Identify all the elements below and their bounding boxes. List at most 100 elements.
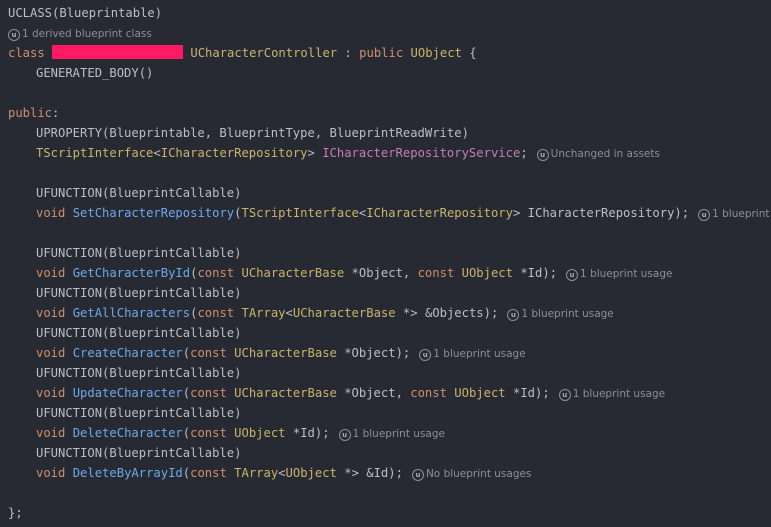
code-line-ufunction-delete-array[interactable]: UFUNCTION(BlueprintCallable)	[36, 443, 241, 463]
punct: >	[512, 206, 521, 220]
param: *Object	[336, 346, 396, 360]
param: *Id	[505, 386, 536, 400]
punct: :	[52, 106, 60, 120]
type-token: UObject	[234, 426, 286, 440]
code-line-generated-body[interactable]: GENERATED_BODY()	[36, 63, 153, 83]
ufunction-macro: UFUNCTION(BlueprintCallable)	[36, 366, 242, 380]
unreal-engine-icon: u	[698, 209, 711, 221]
unreal-engine-icon: u	[566, 269, 579, 281]
code-line-public[interactable]: public:	[8, 103, 59, 123]
keyword-const: const	[197, 266, 235, 280]
unreal-engine-icon: u	[338, 429, 351, 441]
class-name: UCharacterController	[190, 46, 338, 60]
closing-brace: };	[8, 506, 23, 520]
punct: <	[153, 146, 161, 160]
code-line-ufunction-set[interactable]: UFUNCTION(BlueprintCallable)	[36, 183, 241, 203]
keyword-void: void	[36, 266, 66, 280]
type-token: ICharacterRepository	[160, 146, 308, 160]
keyword-const: const	[190, 386, 227, 400]
code-line-ufunction-get-by-id[interactable]: UFUNCTION(BlueprintCallable)	[36, 243, 241, 263]
type-token: UCharacterBase	[234, 346, 337, 360]
punct: ;	[322, 426, 330, 440]
code-line-delete[interactable]: void DeleteCharacter(const UObject *Id);…	[36, 423, 445, 443]
type-token: UObject	[454, 386, 506, 400]
code-line-get-all[interactable]: void GetAllCharacters(const TArray<UChar…	[36, 303, 614, 323]
param: *Id	[285, 426, 315, 440]
punct: <	[278, 466, 286, 480]
code-line-ufunction-delete[interactable]: UFUNCTION(BlueprintCallable)	[36, 403, 241, 423]
field-name: ICharacterRepositoryService	[322, 146, 521, 160]
code-line-update[interactable]: void UpdateCharacter(const UCharacterBas…	[36, 383, 665, 403]
ufunction-macro: UFUNCTION(BlueprintCallable)	[36, 446, 242, 460]
keyword-void: void	[36, 346, 66, 360]
ufunction-macro: UFUNCTION(BlueprintCallable)	[36, 406, 242, 420]
code-line-ufunction-get-all[interactable]: UFUNCTION(BlueprintCallable)	[36, 283, 241, 303]
punct: ;	[542, 386, 550, 400]
usage-hint[interactable]: 1 blueprint usage	[580, 268, 672, 280]
inlay-hint-derived[interactable]: u1 derived blueprint class	[8, 26, 152, 41]
derived-class-hint[interactable]: 1 derived blueprint class	[22, 28, 152, 40]
code-line-ufunction-update[interactable]: UFUNCTION(BlueprintCallable)	[36, 363, 241, 383]
usage-hint[interactable]: No blueprint usages	[426, 468, 531, 480]
unreal-engine-icon: u	[419, 349, 432, 361]
property-hint[interactable]: Unchanged in assets	[551, 148, 660, 160]
function-name: DeleteByArrayId	[72, 466, 183, 480]
param: *Object,	[336, 386, 411, 400]
punct: *>	[395, 306, 418, 320]
code-line-class-decl[interactable]: class UCharacterController : public UObj…	[8, 43, 477, 63]
ufunction-macro: UFUNCTION(BlueprintCallable)	[36, 246, 242, 260]
param: *Id	[513, 266, 543, 280]
function-name: CreateCharacter	[72, 346, 183, 360]
code-line-close[interactable]: };	[8, 503, 23, 523]
keyword-const: const	[417, 266, 455, 280]
macro-args: (Blueprintable)	[52, 6, 163, 20]
punct: ;	[520, 146, 528, 160]
code-line-uclass[interactable]: UCLASS(Blueprintable)	[8, 3, 162, 23]
usage-hint[interactable]: 1 blueprint usage	[521, 308, 613, 320]
code-line-create[interactable]: void CreateCharacter(const UCharacterBas…	[36, 343, 526, 363]
code-line-ufunction-create[interactable]: UFUNCTION(BlueprintCallable)	[36, 323, 241, 343]
type-token: TArray	[234, 466, 279, 480]
unreal-engine-icon: u	[8, 29, 20, 41]
type-token: TArray	[241, 306, 286, 320]
function-name: GetAllCharacters	[72, 306, 191, 320]
ufunction-macro: UFUNCTION(BlueprintCallable)	[36, 186, 242, 200]
keyword-class: class	[8, 46, 45, 60]
keyword-public: public	[8, 106, 53, 120]
code-line-get-by-id[interactable]: void GetCharacterById(const UCharacterBa…	[36, 263, 672, 283]
usage-hint[interactable]: 1 blueprint usage	[573, 388, 665, 400]
uproperty-macro: UPROPERTY(Blueprintable, BlueprintType, …	[36, 126, 469, 140]
keyword-void: void	[36, 386, 66, 400]
punct: >	[307, 146, 315, 160]
keyword-const: const	[197, 306, 235, 320]
unreal-engine-icon: u	[536, 149, 549, 161]
type-token: TScriptInterface	[36, 146, 154, 160]
usage-hint[interactable]: 1 blueprint usage	[433, 348, 525, 360]
keyword-void: void	[36, 426, 66, 440]
type-token: UCharacterBase	[234, 386, 337, 400]
punct: *>	[336, 466, 359, 480]
param-name: ICharacterRepository	[527, 206, 675, 220]
code-editor[interactable]: UCLASS(Blueprintable) u1 derived bluepri…	[0, 0, 771, 527]
keyword-void: void	[36, 466, 66, 480]
code-line-set-repository[interactable]: void SetCharacterRepository(TScriptInter…	[36, 203, 771, 223]
function-name: UpdateCharacter	[72, 386, 183, 400]
param: *Object,	[344, 266, 418, 280]
code-line-uproperty[interactable]: UPROPERTY(Blueprintable, BlueprintType, …	[36, 123, 469, 143]
usage-hint[interactable]: 1 blueprint usage	[353, 428, 445, 440]
type-token: ICharacterRepository	[366, 206, 513, 220]
generated-body-macro: GENERATED_BODY()	[36, 66, 154, 80]
code-line-delete-array[interactable]: void DeleteByArrayId(const TArray<UObjec…	[36, 463, 531, 483]
punct: ;	[402, 346, 411, 360]
type-token: TScriptInterface	[241, 206, 359, 220]
punct: ;	[491, 306, 499, 320]
code-line-property[interactable]: TScriptInterface<ICharacterRepository> I…	[36, 143, 660, 163]
keyword-void: void	[36, 206, 66, 220]
punct: :	[337, 46, 360, 60]
redacted-region	[52, 45, 184, 59]
function-name: DeleteCharacter	[72, 426, 183, 440]
type-token: UObject	[461, 266, 513, 280]
usage-hint[interactable]: 1 blueprint usage	[712, 208, 771, 220]
type-token: UObject	[285, 466, 337, 480]
punct: {	[461, 46, 477, 60]
